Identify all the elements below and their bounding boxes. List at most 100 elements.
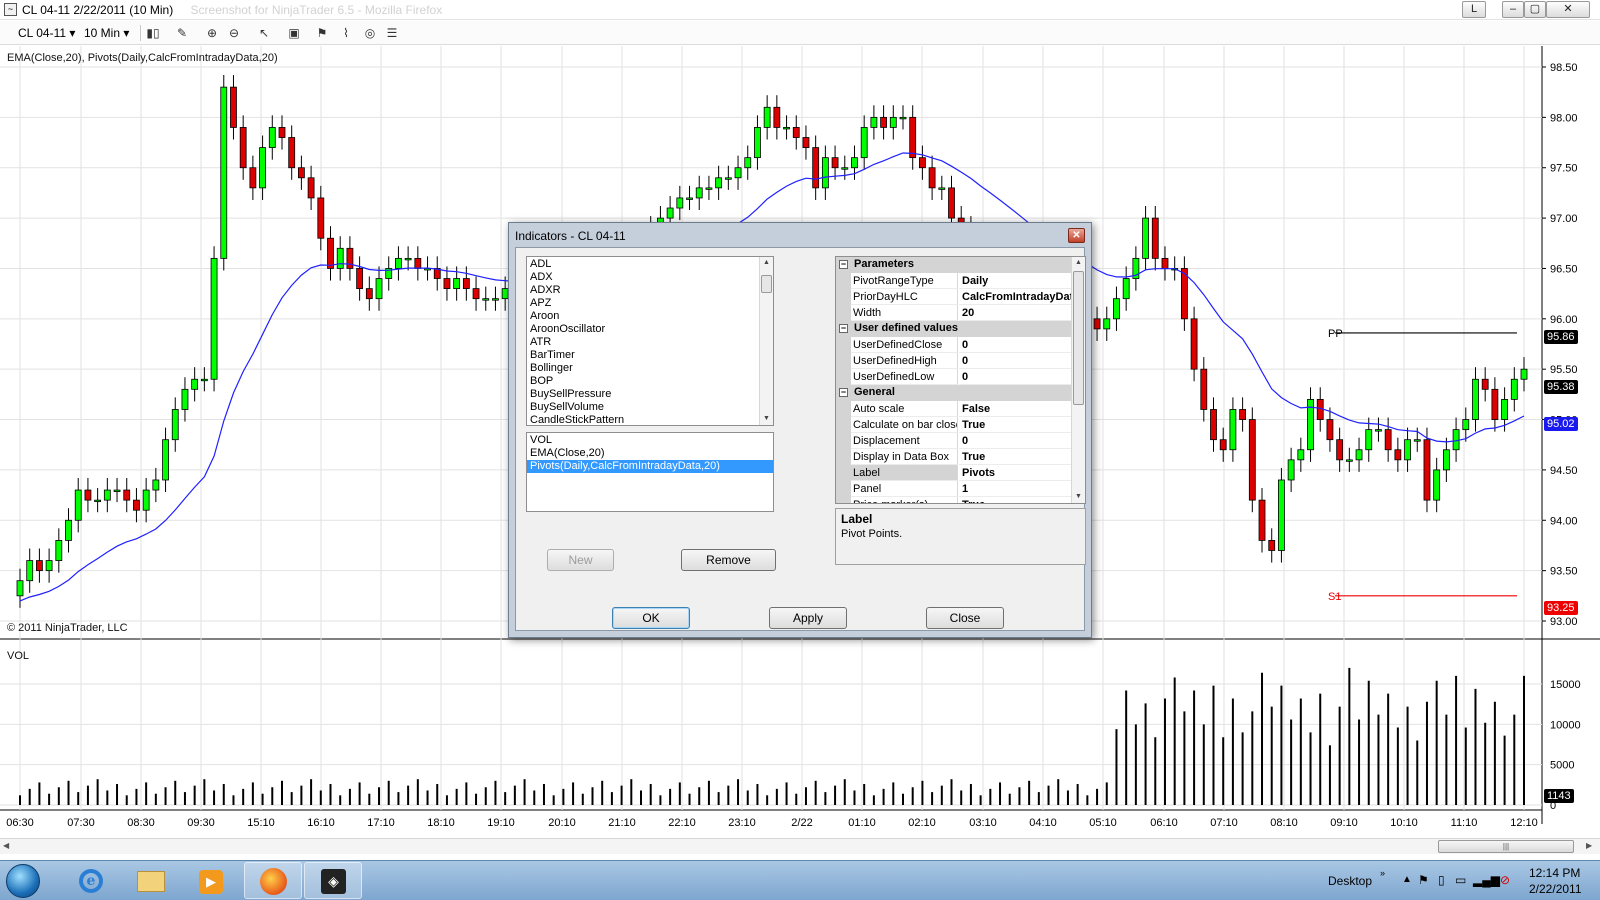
property-value[interactable]: True bbox=[959, 417, 1074, 433]
property-row[interactable]: PriorDayHLC CalcFromIntradayData bbox=[836, 289, 1074, 305]
scroll-right-icon[interactable]: ▶ bbox=[1586, 841, 1592, 850]
property-row[interactable]: UserDefinedHigh 0 bbox=[836, 353, 1074, 369]
property-category[interactable]: − Parameters bbox=[836, 257, 1074, 273]
available-indicator-item[interactable]: BOP bbox=[527, 375, 759, 388]
applied-indicators-list[interactable]: VOL EMA(Close,20) Pivots(Daily,CalcFromInt… bbox=[526, 432, 774, 512]
apply-button[interactable]: Apply bbox=[769, 607, 847, 629]
scroll-thumb[interactable] bbox=[1073, 271, 1084, 405]
candlestick-icon[interactable]: ▮▯ bbox=[145, 25, 161, 41]
windows-explorer-icon[interactable] bbox=[122, 862, 180, 899]
property-grid[interactable]: − Parameters PivotRangeType Daily PriorDayHL… bbox=[835, 256, 1086, 504]
available-indicator-item[interactable]: Bollinger bbox=[527, 362, 759, 375]
start-button[interactable] bbox=[6, 864, 40, 898]
property-value[interactable]: False bbox=[959, 401, 1074, 417]
applied-indicator-item[interactable]: VOL bbox=[527, 434, 773, 447]
property-category[interactable]: − General bbox=[836, 385, 1074, 401]
print-icon[interactable]: ◎ bbox=[362, 25, 378, 41]
firefox-icon[interactable] bbox=[244, 862, 302, 899]
volume-muted-icon[interactable]: ⊘ bbox=[1500, 873, 1510, 887]
scroll-down-icon[interactable]: ▼ bbox=[1072, 491, 1085, 503]
available-indicator-item[interactable]: BuySellVolume bbox=[527, 401, 759, 414]
properties-icon[interactable]: ▣ bbox=[286, 25, 302, 41]
chart-horizontal-scrollbar[interactable]: ◀ ||| ▶ bbox=[0, 838, 1600, 854]
scroll-up-icon[interactable]: ▲ bbox=[1072, 257, 1085, 269]
interval-selector[interactable]: 10 Min ▾ bbox=[84, 25, 129, 41]
action-center-flag-icon[interactable]: ⚑ bbox=[1418, 873, 1429, 887]
property-value[interactable]: True bbox=[959, 449, 1074, 465]
ok-button[interactable]: OK bbox=[612, 607, 690, 629]
property-row[interactable]: Label Pivots bbox=[836, 465, 1074, 481]
cursor-icon[interactable]: ↖ bbox=[256, 25, 272, 41]
data-box-icon[interactable]: ☰ bbox=[384, 25, 400, 41]
available-indicator-item[interactable]: CandleStickPattern bbox=[527, 414, 759, 425]
new-button[interactable]: New bbox=[547, 549, 614, 571]
scroll-thumb[interactable]: ||| bbox=[1438, 840, 1574, 853]
property-row[interactable]: Display in Data Box True bbox=[836, 449, 1074, 465]
close-button[interactable]: Close bbox=[926, 607, 1004, 629]
pencil-icon[interactable]: ✎ bbox=[174, 25, 190, 41]
media-player-icon[interactable]: ▶ bbox=[182, 862, 240, 899]
remove-button[interactable]: Remove bbox=[681, 549, 776, 571]
property-grid-scrollbar[interactable]: ▲ ▼ bbox=[1071, 257, 1085, 503]
property-row[interactable]: Panel 1 bbox=[836, 481, 1074, 497]
property-row[interactable]: Calculate on bar close True bbox=[836, 417, 1074, 433]
property-row[interactable]: Width 20 bbox=[836, 305, 1074, 321]
collapse-icon[interactable]: − bbox=[839, 388, 848, 397]
property-value[interactable]: Daily bbox=[959, 273, 1074, 289]
property-row[interactable]: Price marker(s)True bbox=[836, 497, 1074, 503]
property-row[interactable]: Auto scale False bbox=[836, 401, 1074, 417]
battery-icon[interactable]: ▭ bbox=[1455, 873, 1466, 887]
property-value[interactable]: CalcFromIntradayData bbox=[959, 289, 1074, 305]
clock-time[interactable]: 12:14 PM bbox=[1529, 866, 1580, 880]
property-value[interactable]: 0 bbox=[959, 369, 1074, 385]
available-indicator-item[interactable]: ADL bbox=[527, 258, 759, 271]
property-row[interactable]: UserDefinedClose 0 bbox=[836, 337, 1074, 353]
internet-explorer-icon[interactable]: e bbox=[62, 862, 120, 899]
property-value[interactable]: 0 bbox=[959, 353, 1074, 369]
clock-date[interactable]: 2/22/2011 bbox=[1529, 882, 1582, 896]
scroll-thumb[interactable] bbox=[761, 275, 772, 293]
property-category[interactable]: − User defined values bbox=[836, 321, 1074, 337]
chevron-double-icon[interactable]: » bbox=[1380, 868, 1385, 878]
property-row[interactable]: PivotRangeType Daily bbox=[836, 273, 1074, 289]
collapse-icon[interactable]: − bbox=[839, 324, 848, 333]
available-indicator-item[interactable]: ADXR bbox=[527, 284, 759, 297]
scroll-up-icon[interactable]: ▲ bbox=[760, 257, 773, 269]
collapse-icon[interactable]: − bbox=[839, 260, 848, 269]
available-indicator-item[interactable]: APZ bbox=[527, 297, 759, 310]
property-value[interactable]: True bbox=[959, 497, 1074, 503]
available-indicator-item[interactable]: BarTimer bbox=[527, 349, 759, 362]
available-list-scrollbar[interactable]: ▲ ▼ bbox=[759, 257, 773, 425]
maximize-button[interactable]: ▢ bbox=[1524, 1, 1546, 18]
available-indicator-item[interactable]: BuySellPressure bbox=[527, 388, 759, 401]
strategies-icon[interactable]: ⚑ bbox=[314, 25, 330, 41]
property-value[interactable]: 0 bbox=[959, 433, 1074, 449]
zoom-in-icon[interactable]: ⊕ bbox=[204, 25, 220, 41]
property-value[interactable]: 20 bbox=[959, 305, 1074, 321]
scroll-left-icon[interactable]: ◀ bbox=[3, 841, 9, 850]
property-value[interactable]: 0 bbox=[959, 337, 1074, 353]
available-indicator-item[interactable]: ATR bbox=[527, 336, 759, 349]
applied-indicator-item[interactable]: EMA(Close,20) bbox=[527, 447, 773, 460]
property-value[interactable]: 1 bbox=[959, 481, 1074, 497]
available-indicator-item[interactable]: ADX bbox=[527, 271, 759, 284]
network-icon[interactable]: ▂▄▆ bbox=[1473, 873, 1500, 887]
applied-indicator-item[interactable]: Pivots(Daily,CalcFromIntradayData,20) bbox=[527, 460, 773, 473]
desktop-toolbar-label[interactable]: Desktop bbox=[1328, 874, 1372, 888]
zoom-out-icon[interactable]: ⊖ bbox=[226, 25, 242, 41]
available-indicators-list[interactable]: ADL ADX ADXR APZ Aroon AroonOscillator ATR BarT… bbox=[526, 256, 774, 426]
available-indicator-item[interactable]: Aroon bbox=[527, 310, 759, 323]
property-value[interactable]: Pivots bbox=[959, 465, 1074, 481]
link-button[interactable]: L bbox=[1462, 1, 1486, 18]
dialog-close-button[interactable]: ✕ bbox=[1068, 228, 1085, 243]
instrument-selector[interactable]: CL 04-11 ▾ bbox=[18, 25, 75, 41]
property-row[interactable]: Displacement 0 bbox=[836, 433, 1074, 449]
scroll-down-icon[interactable]: ▼ bbox=[760, 413, 773, 425]
property-row[interactable]: UserDefinedLow 0 bbox=[836, 369, 1074, 385]
close-window-button[interactable]: ✕ bbox=[1546, 1, 1590, 18]
tray-expand-icon[interactable]: ▲ bbox=[1402, 874, 1412, 885]
device-icon[interactable]: ▯ bbox=[1438, 873, 1445, 887]
ninjatrader-icon[interactable]: ◈ bbox=[304, 862, 362, 899]
minimize-button[interactable]: – bbox=[1502, 1, 1524, 18]
indicators-icon[interactable]: ⌇ bbox=[338, 25, 354, 41]
